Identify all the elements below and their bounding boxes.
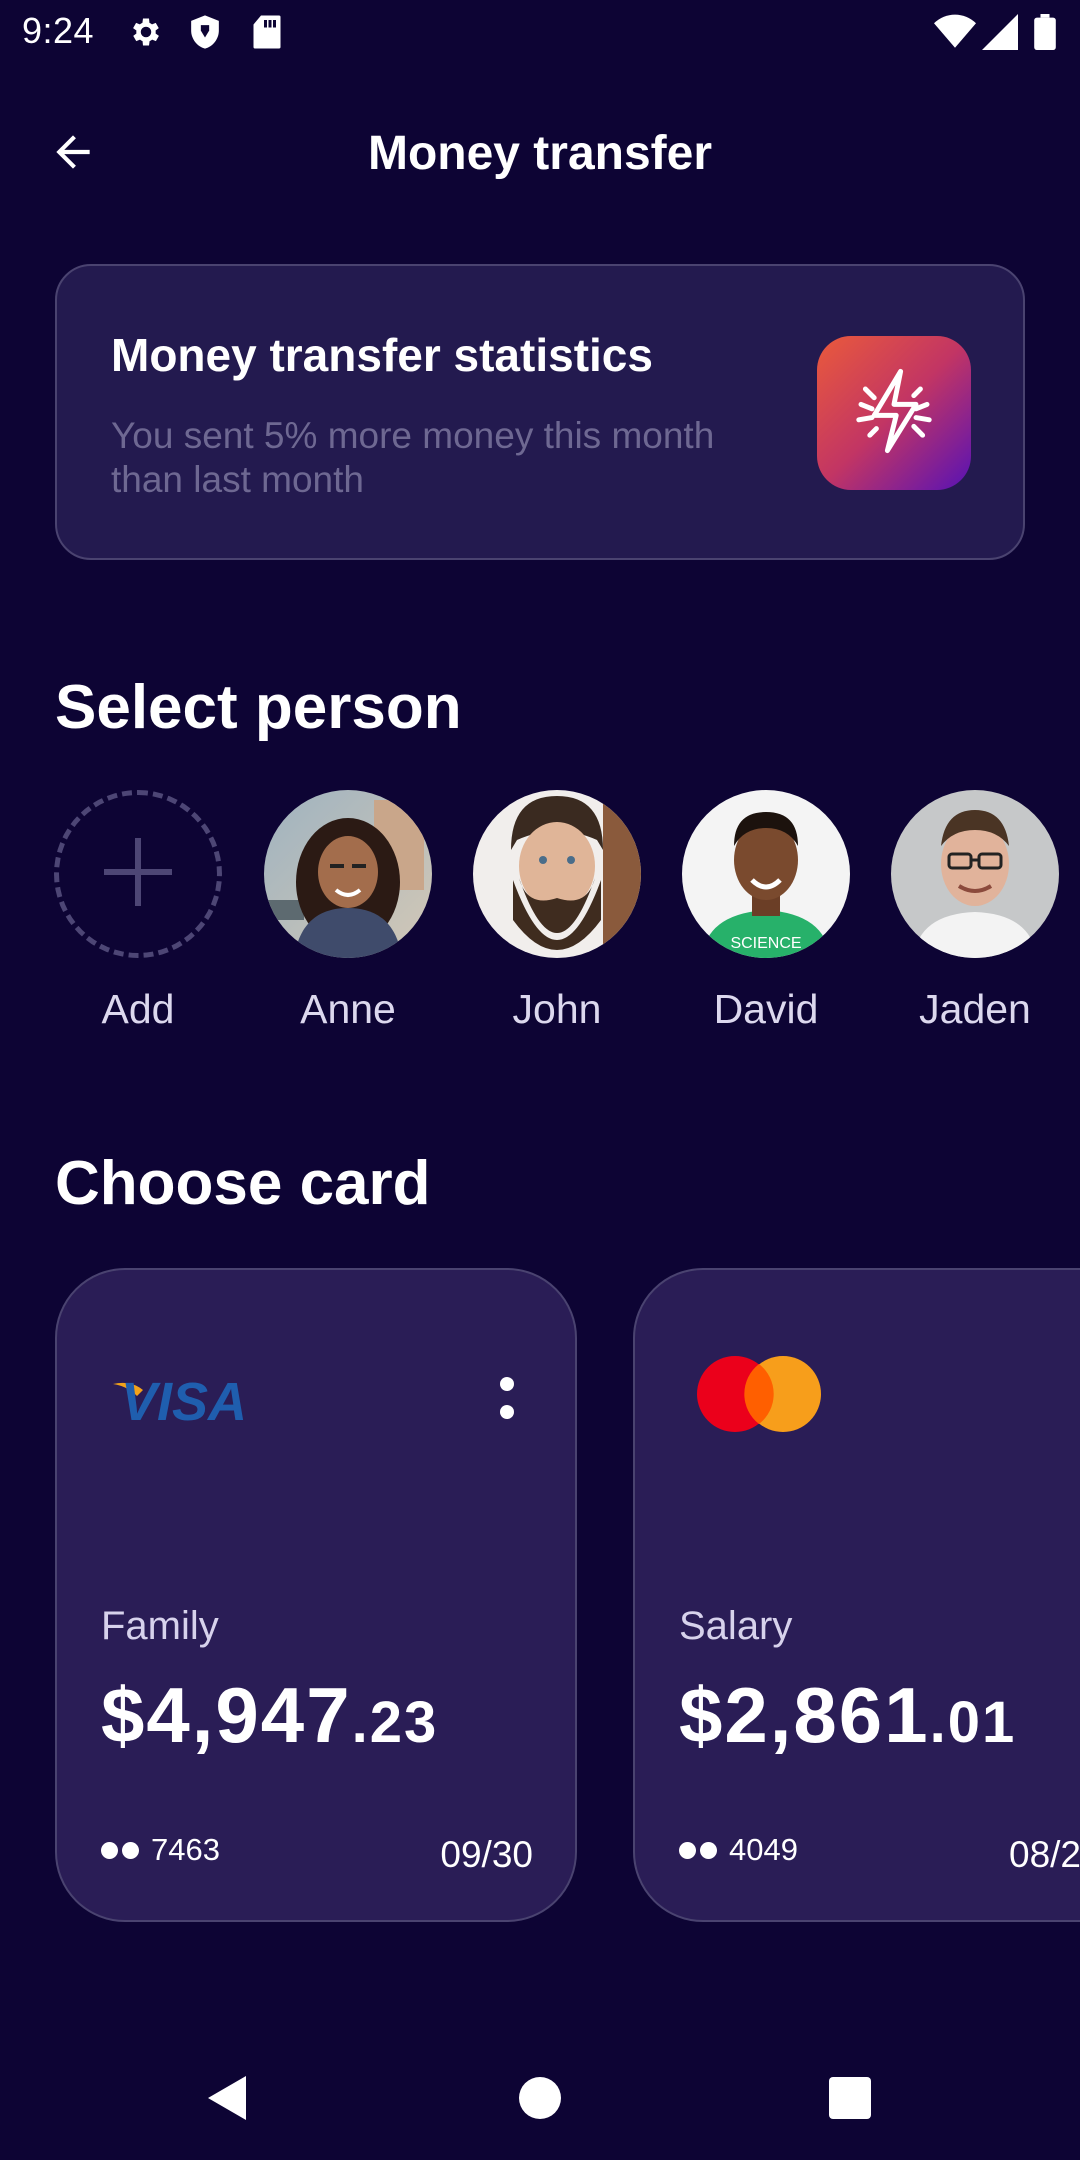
person-john[interactable]: John [473,790,641,1033]
person-name: John [512,986,602,1032]
card-last-digits: 7463 [151,1832,220,1867]
visa-logo: VISA [111,1370,261,1432]
card-balance: $4,947.23 [101,1670,438,1761]
person-jaden[interactable]: Jaden [891,790,1059,1033]
avatar [891,790,1059,958]
select-person-title: Select person [55,673,462,742]
system-nav-bar [0,2040,1080,2160]
avatar [473,790,641,958]
status-time: 9:24 [22,10,95,51]
person-name: Jaden [919,986,1031,1032]
card-number-masked: 4049 [679,1832,798,1868]
choose-card-title: Choose card [55,1149,431,1218]
triangle-back-icon [204,2074,248,2127]
more-vertical-icon [499,1376,515,1425]
mask-dots-icon [101,1841,139,1859]
stats-title: Money transfer statistics [111,329,653,381]
wifi-icon [934,14,976,55]
person-name: David [713,986,819,1032]
person-anne[interactable]: Anne [264,790,432,1033]
square-recents-icon [828,2076,872,2125]
gear-icon [128,14,164,55]
plus-icon [98,832,178,917]
card-balance-main: $4,947 [101,1671,352,1759]
card-salary[interactable]: Salary $2,861.01 4049 08/2 [633,1268,1080,1922]
mastercard-logo [695,1354,825,1439]
battery-icon [1034,14,1056,55]
nav-recents-button[interactable] [818,2068,882,2132]
lightning-icon [839,356,949,471]
card-name: Family [101,1604,219,1648]
person-david[interactable]: SCIENCE David [682,790,850,1033]
card-family[interactable]: VISA Family $4,947.23 7463 09/30 [55,1268,577,1922]
card-balance: $2,861.01 [679,1670,1016,1761]
status-bar: 9:24 [0,0,1080,66]
card-number-masked: 7463 [101,1832,220,1868]
add-person-ring [54,790,222,958]
page-title: Money transfer [367,127,713,180]
money-transfer-screen: 9:24 Money transfer Money transfer stati… [0,0,1080,2160]
card-balance-cents: .23 [351,1690,439,1755]
card-expiry: 08/2 [1009,1834,1080,1875]
card-more-button[interactable] [487,1370,527,1430]
card-expiry: 09/30 [440,1834,533,1875]
person-name: Anne [300,986,396,1032]
sd-card-icon [252,14,282,55]
card-name: Salary [679,1604,793,1648]
mask-dots-icon [679,1841,717,1859]
stats-subtitle: You sent 5% more money this month than l… [111,415,715,500]
circle-home-icon [518,2076,562,2125]
svg-text:SCIENCE: SCIENCE [730,935,801,952]
svg-text:VISA: VISA [121,1372,247,1426]
transfer-statistics-card[interactable]: Money transfer statistics You sent 5% mo… [55,264,1025,560]
card-last-digits: 4049 [729,1832,798,1867]
avatar [264,790,432,958]
add-person-label: Add [101,986,175,1032]
add-person-button[interactable]: Add [54,790,222,1033]
nav-back-button[interactable] [194,2068,258,2132]
shield-icon [188,14,222,55]
nav-home-button[interactable] [508,2068,572,2132]
stats-icon-tile [817,336,971,490]
card-balance-cents: .01 [929,1690,1017,1755]
avatar: SCIENCE [682,790,850,958]
signal-icon [982,14,1018,55]
card-balance-main: $2,861 [679,1671,930,1759]
